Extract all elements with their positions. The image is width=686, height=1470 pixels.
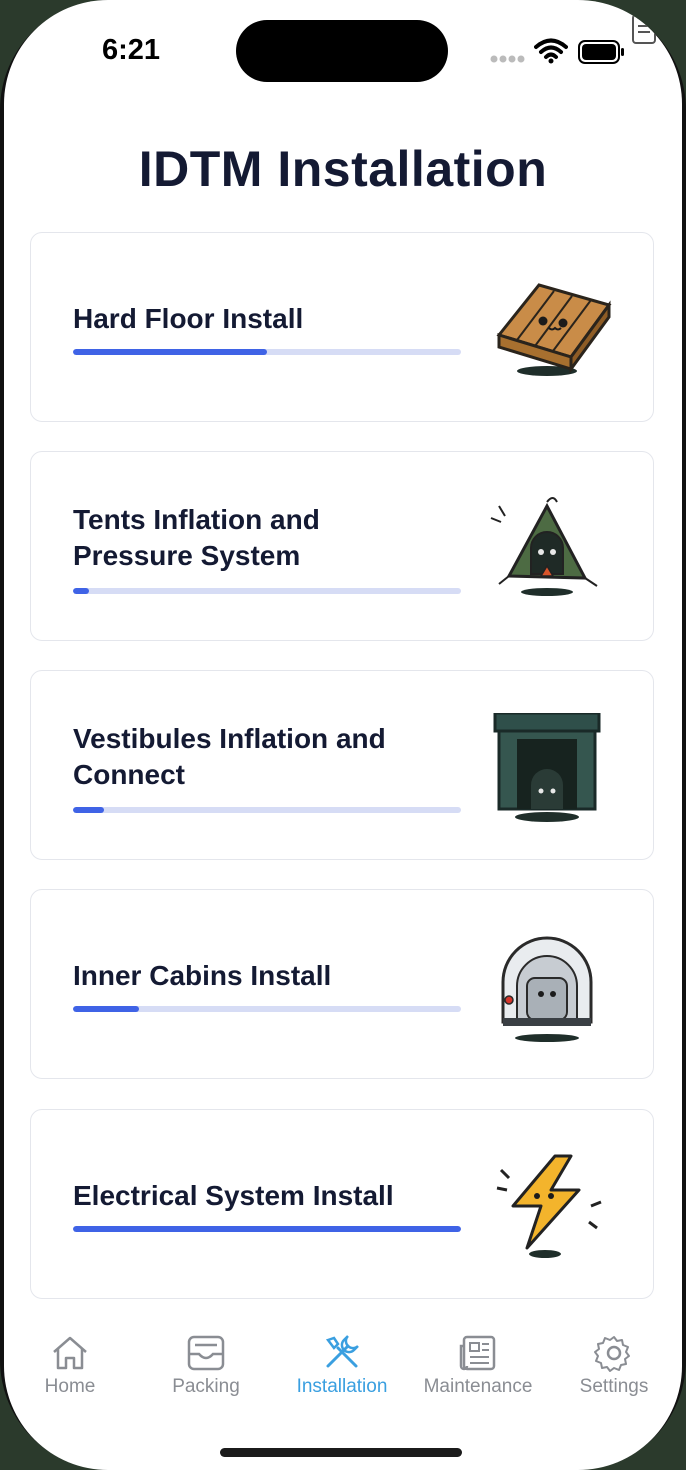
wooden-floor-icon bbox=[496, 283, 612, 376]
wifi-icon bbox=[534, 38, 568, 64]
progress-bar bbox=[73, 1006, 461, 1012]
page-title: IDTM Installation bbox=[138, 141, 548, 197]
tab-installation[interactable]: Installation bbox=[274, 1334, 410, 1398]
tab-maintenance[interactable]: Maintenance bbox=[410, 1334, 546, 1398]
task-card-electrical[interactable]: Electrical System Install bbox=[30, 1109, 654, 1299]
card-title: Vestibules Inflation and Connect bbox=[73, 721, 423, 793]
status-time: 6:21 bbox=[102, 34, 161, 66]
card-title: Hard Floor Install bbox=[73, 301, 423, 337]
tab-home[interactable]: Home bbox=[4, 1334, 138, 1398]
card-title-line1: Tents Inflation and bbox=[73, 504, 320, 535]
tab-bar: Home Packing Installation Maintenance Se… bbox=[4, 1320, 682, 1420]
progress-fill bbox=[73, 1226, 461, 1232]
tab-label: Home bbox=[44, 1376, 96, 1397]
progress-bar bbox=[73, 1226, 461, 1232]
vestibule-icon bbox=[493, 713, 601, 822]
card-title-line2: Pressure System bbox=[73, 540, 301, 571]
card-title: Electrical System Install bbox=[73, 1178, 423, 1214]
progress-bar bbox=[73, 588, 461, 594]
task-card-vestibules[interactable]: Vestibules Inflation and Connect bbox=[30, 670, 654, 860]
home-icon bbox=[53, 1336, 87, 1370]
tent-icon bbox=[490, 497, 598, 596]
tab-label: Installation bbox=[296, 1376, 388, 1397]
progress-fill bbox=[73, 807, 105, 813]
dynamic-island bbox=[236, 20, 448, 82]
phone-frame: 6:21 IDTM Installation Hard Floor Instal… bbox=[0, 0, 686, 1470]
progress-fill bbox=[73, 588, 89, 594]
document-icon[interactable] bbox=[630, 12, 660, 46]
task-card-tents[interactable]: Tents Inflation and Pressure System bbox=[30, 451, 654, 641]
task-card-hard-floor[interactable]: Hard Floor Install bbox=[30, 232, 654, 422]
newspaper-icon bbox=[459, 1335, 496, 1371]
app-screen: 6:21 IDTM Installation Hard Floor Instal… bbox=[4, 0, 682, 1470]
cabin-icon bbox=[501, 936, 593, 1042]
card-title-line1: Electrical System Install bbox=[73, 1180, 394, 1211]
card-title-line1: Vestibules Inflation and bbox=[73, 723, 386, 754]
progress-bar bbox=[73, 349, 461, 355]
tab-packing[interactable]: Packing bbox=[138, 1334, 274, 1398]
lightning-icon bbox=[496, 1154, 602, 1258]
tools-icon bbox=[325, 1335, 359, 1368]
card-title: Tents Inflation and Pressure System bbox=[73, 502, 423, 574]
task-card-inner-cabins[interactable]: Inner Cabins Install bbox=[30, 889, 654, 1079]
gear-icon bbox=[594, 1336, 630, 1372]
tab-label: Maintenance bbox=[423, 1376, 533, 1397]
progress-fill bbox=[73, 349, 267, 355]
battery-icon bbox=[578, 40, 624, 64]
home-indicator bbox=[220, 1448, 462, 1457]
tab-settings[interactable]: Settings bbox=[546, 1334, 682, 1398]
tab-label: Settings bbox=[579, 1376, 649, 1397]
tab-label: Packing bbox=[172, 1376, 240, 1397]
progress-fill bbox=[73, 1006, 139, 1012]
inbox-icon bbox=[187, 1335, 225, 1371]
card-title-line2: Connect bbox=[73, 759, 185, 790]
progress-bar bbox=[73, 807, 461, 813]
card-title-line1: Inner Cabins Install bbox=[73, 960, 332, 991]
card-title: Inner Cabins Install bbox=[73, 958, 423, 994]
cellular-signal-icon bbox=[490, 55, 525, 63]
card-title-line1: Hard Floor Install bbox=[73, 303, 304, 334]
